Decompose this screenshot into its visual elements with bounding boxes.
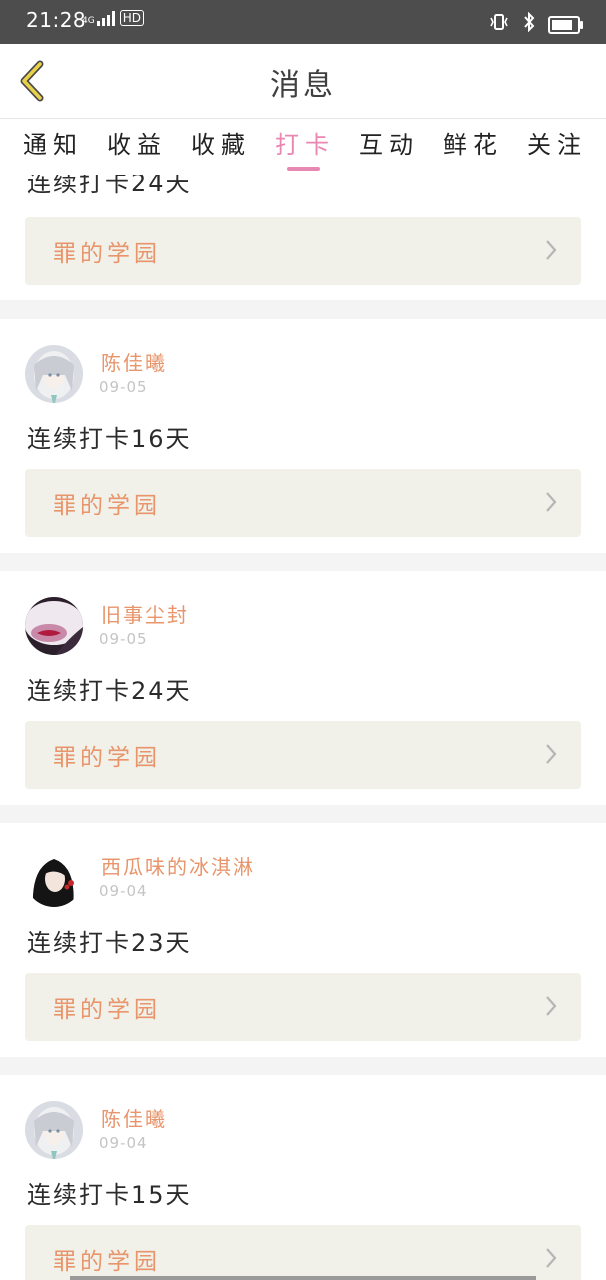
chevron-right-icon xyxy=(546,492,557,512)
avatar[interactable] xyxy=(25,849,83,907)
avatar[interactable] xyxy=(25,345,83,403)
post-date: 09-05 xyxy=(99,630,148,648)
post-date: 09-04 xyxy=(99,882,148,900)
signal-icon xyxy=(96,10,115,26)
checkin-feed[interactable]: 连续打卡24天 罪的学园 陈佳曦 09-05 连续打卡16天 罪的学园 旧事尘封… xyxy=(0,175,606,1280)
username[interactable]: 陈佳曦 xyxy=(101,347,167,376)
list-item: 陈佳曦 09-04 连续打卡15天 罪的学园 xyxy=(0,1075,606,1280)
book-title: 罪的学园 xyxy=(53,493,161,519)
hd-badge: HD xyxy=(119,10,144,26)
chevron-right-icon xyxy=(546,240,557,260)
chevron-right-icon xyxy=(546,1248,557,1268)
tab-earnings[interactable]: 收益 xyxy=(97,125,177,160)
tab-flowers[interactable]: 鲜花 xyxy=(433,125,513,160)
username[interactable]: 陈佳曦 xyxy=(101,1103,167,1132)
book-title: 罪的学园 xyxy=(53,745,161,771)
checkin-text: 连续打卡15天 xyxy=(27,1181,192,1209)
tab-checkin[interactable]: 打卡 xyxy=(265,125,345,160)
list-item: 西瓜味的冰淇淋 09-04 连续打卡23天 罪的学园 xyxy=(0,823,606,1057)
battery-icon xyxy=(548,15,583,34)
post-date: 09-05 xyxy=(99,378,148,396)
book-title: 罪的学园 xyxy=(53,997,161,1023)
status-bar: 21:28 4G HD xyxy=(0,0,606,44)
scroll-indicator xyxy=(70,1276,536,1280)
nav-bar: 消息 xyxy=(0,44,606,119)
tab-notifications[interactable]: 通知 xyxy=(13,125,93,160)
network-type: 4G xyxy=(82,16,95,26)
list-item: 陈佳曦 09-05 连续打卡16天 罪的学园 xyxy=(0,319,606,553)
username[interactable]: 旧事尘封 xyxy=(101,599,189,628)
bluetooth-icon xyxy=(520,11,538,37)
chevron-right-icon xyxy=(546,996,557,1016)
status-icons xyxy=(488,11,583,37)
post-date: 09-04 xyxy=(99,1134,148,1152)
book-link[interactable]: 罪的学园 xyxy=(25,973,581,1041)
avatar[interactable] xyxy=(25,1101,83,1159)
active-tab-indicator xyxy=(287,167,320,171)
tab-follows[interactable]: 关注 xyxy=(517,125,597,160)
list-item: 旧事尘封 09-05 连续打卡24天 罪的学园 xyxy=(0,571,606,805)
book-link[interactable]: 罪的学园 xyxy=(25,1225,581,1280)
page-title: 消息 xyxy=(270,68,336,103)
book-link[interactable]: 罪的学园 xyxy=(25,469,581,537)
avatar[interactable] xyxy=(25,597,83,655)
network-indicator: 4G HD xyxy=(82,10,144,26)
tab-bar: 通知 收益 收藏 打卡 互动 鲜花 关注 xyxy=(0,119,606,175)
book-link[interactable]: 罪的学园 xyxy=(25,217,581,285)
tab-favorites[interactable]: 收藏 xyxy=(181,125,261,160)
book-title: 罪的学园 xyxy=(53,241,161,267)
status-time: 21:28 xyxy=(26,8,87,32)
book-title: 罪的学园 xyxy=(53,1249,161,1275)
checkin-text: 连续打卡16天 xyxy=(27,425,192,453)
tab-interactions[interactable]: 互动 xyxy=(349,125,429,160)
chevron-right-icon xyxy=(546,744,557,764)
username[interactable]: 西瓜味的冰淇淋 xyxy=(101,851,255,880)
book-link[interactable]: 罪的学园 xyxy=(25,721,581,789)
vibrate-icon xyxy=(488,13,510,36)
list-item: 连续打卡24天 罪的学园 xyxy=(0,175,606,300)
checkin-text: 连续打卡23天 xyxy=(27,929,192,957)
checkin-text: 连续打卡24天 xyxy=(27,677,192,705)
checkin-text: 连续打卡24天 xyxy=(27,175,192,197)
